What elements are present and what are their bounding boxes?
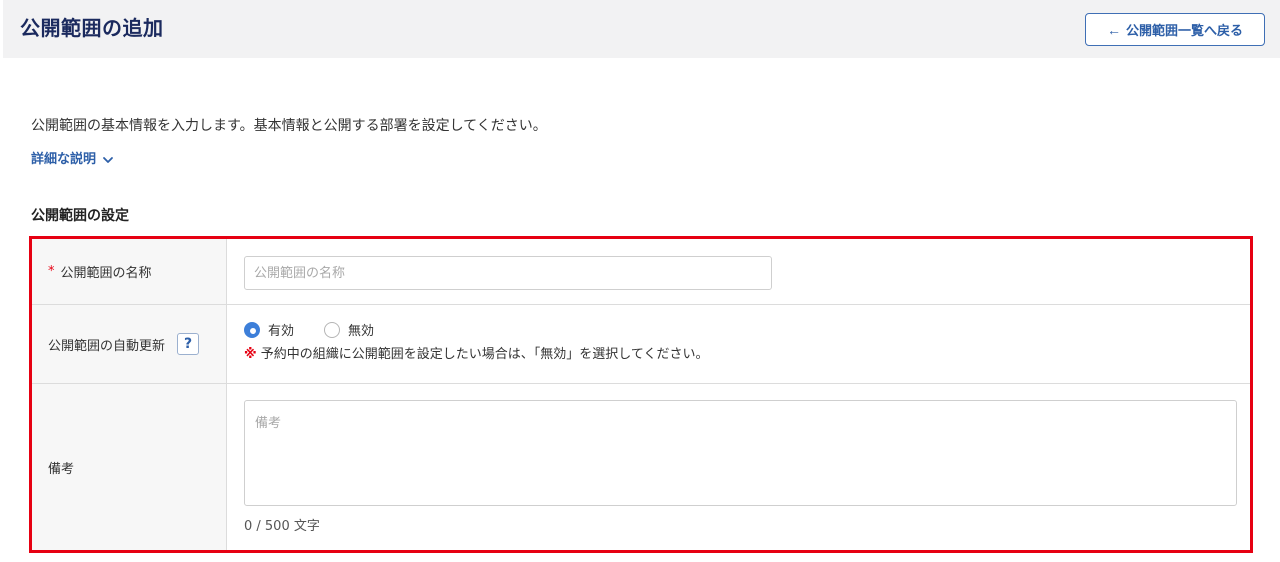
- char-count: 0 / 500 文字: [244, 519, 320, 534]
- help-icon[interactable]: ?: [177, 333, 200, 355]
- remarks-label: 備考: [48, 461, 75, 477]
- details-link-label: 詳細な説明: [31, 152, 97, 167]
- remarks-value-cell: 0 / 500 文字: [228, 384, 1250, 550]
- auto-update-note: ※ 予約中の組織に公開範囲を設定したい場合は、「無効」を選択してください。: [244, 346, 709, 364]
- note-text: 予約中の組織に公開範囲を設定したい場合は、「無効」を選択してください。: [260, 347, 709, 362]
- radio-unchecked-icon[interactable]: [324, 321, 341, 338]
- note-mark: ※: [244, 347, 257, 362]
- settings-form-table: * 公開範囲の名称 公開範囲の自動更新 ? 有効 無効: [29, 236, 1253, 553]
- auto-update-label: 公開範囲の自動更新: [48, 338, 166, 354]
- auto-update-value-cell: 有効 無効 ※ 予約中の組織に公開範囲を設定したい場合は、「無効」を選択してくだ…: [228, 305, 1250, 383]
- back-button-label: 公開範囲一覧へ戻る: [1125, 23, 1243, 38]
- chevron-down-icon: [103, 157, 113, 163]
- name-input[interactable]: [244, 256, 772, 290]
- name-label-cell: * 公開範囲の名称: [32, 239, 227, 304]
- details-toggle-link[interactable]: 詳細な説明: [31, 150, 114, 170]
- page-header: 公開範囲の追加 ← 公開範囲一覧へ戻る: [3, 0, 1280, 58]
- radio-checked-icon[interactable]: [244, 321, 260, 338]
- intro-text: 公開範囲の基本情報を入力します。基本情報と公開する部署を設定してください。: [31, 118, 547, 134]
- radio-enabled[interactable]: 有効: [244, 320, 294, 339]
- section-title: 公開範囲の設定: [31, 208, 129, 224]
- form-row-name: * 公開範囲の名称: [32, 239, 1250, 305]
- form-row-auto-update: 公開範囲の自動更新 ? 有効 無効 ※ 予約中の組織に公開範囲を設定したい場合は…: [32, 305, 1250, 384]
- remarks-textarea[interactable]: [244, 400, 1237, 506]
- auto-update-radio-group: 有効 無効: [244, 320, 374, 339]
- radio-disabled[interactable]: 無効: [324, 320, 374, 339]
- back-to-list-button[interactable]: ← 公開範囲一覧へ戻る: [1085, 13, 1265, 46]
- auto-update-label-cell: 公開範囲の自動更新 ?: [32, 305, 227, 383]
- radio-disabled-label: 無効: [348, 324, 375, 339]
- name-value-cell: [228, 239, 1250, 304]
- remarks-label-cell: 備考: [32, 384, 227, 550]
- arrow-left-icon: ←: [1106, 21, 1121, 38]
- page-title: 公開範囲の追加: [20, 16, 164, 40]
- radio-enabled-label: 有効: [268, 324, 295, 339]
- required-mark: *: [48, 264, 55, 279]
- form-row-remarks: 備考 0 / 500 文字: [32, 384, 1250, 550]
- name-label: 公開範囲の名称: [60, 266, 152, 281]
